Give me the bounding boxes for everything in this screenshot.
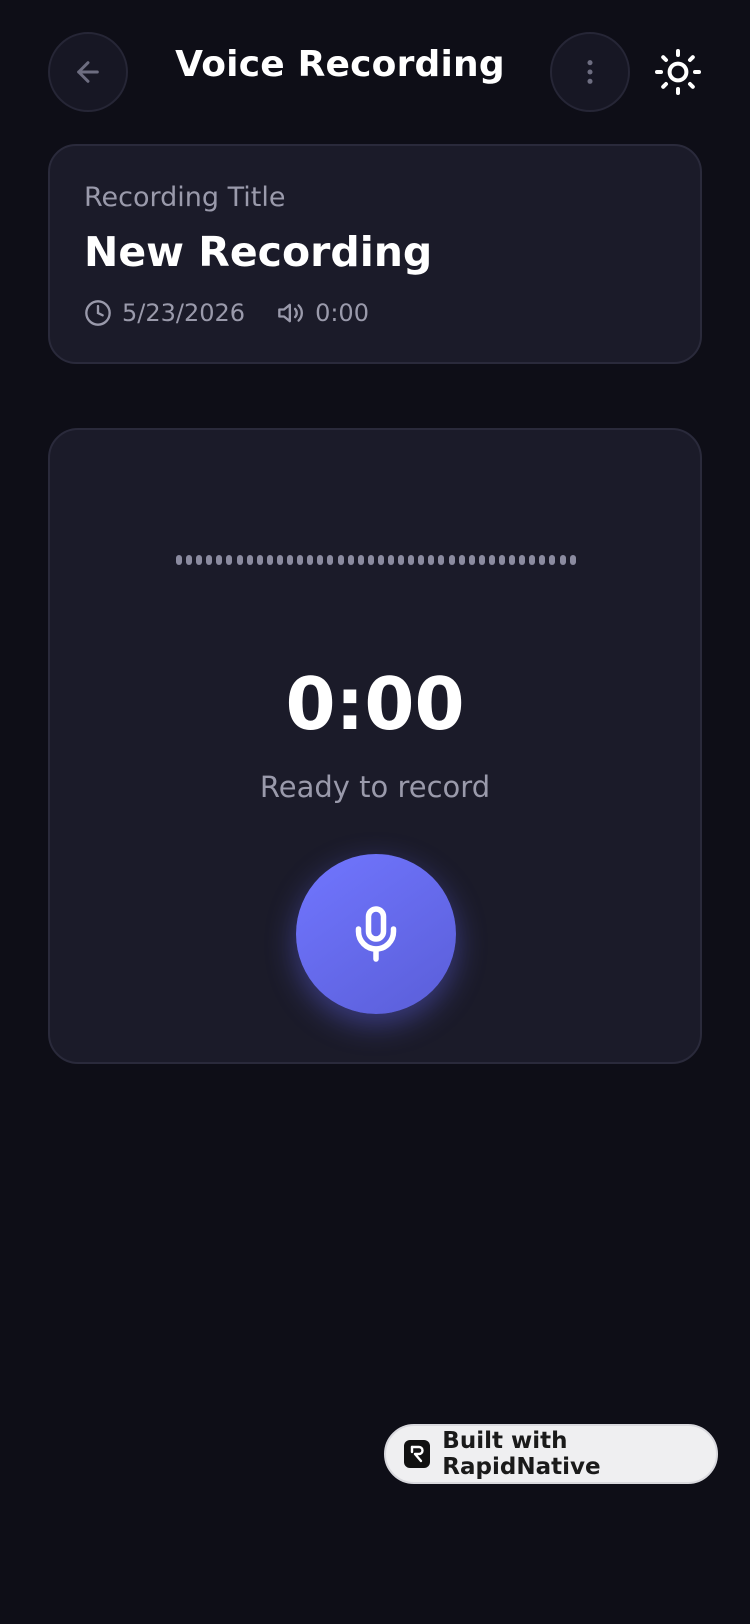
waveform-bar (559, 555, 566, 565)
waveform-bar (226, 555, 233, 565)
waveform-bar (327, 555, 334, 565)
recording-date: 5/23/2026 (84, 299, 245, 327)
microphone-icon (355, 906, 397, 962)
waveform-bar (176, 555, 182, 565)
waveform-bar (387, 555, 394, 565)
sun-icon (655, 49, 701, 95)
waveform-bar (276, 555, 283, 565)
waveform-bar (398, 555, 405, 565)
waveform-bar (297, 555, 304, 565)
waveform-bar (549, 555, 556, 565)
rapidnative-logo-icon (404, 1440, 431, 1468)
waveform-bar (428, 555, 435, 565)
more-options-button[interactable] (550, 32, 630, 112)
waveform-bar (236, 555, 243, 565)
waveform-bar (509, 555, 516, 565)
theme-toggle-button[interactable] (652, 46, 704, 98)
recording-title[interactable]: New Recording (84, 228, 432, 276)
more-vertical-icon (587, 60, 593, 84)
recording-info-card: Recording Title New Recording 5/23/2026 … (48, 144, 702, 364)
recorder-card: 0:00 Ready to record (48, 428, 702, 1064)
recording-title-label: Recording Title (84, 182, 286, 213)
record-button[interactable] (296, 854, 456, 1014)
waveform-bar (408, 555, 415, 565)
recording-date-text: 5/23/2026 (122, 299, 246, 327)
waveform-bar (499, 555, 505, 565)
waveform-bar (418, 555, 425, 565)
waveform (176, 554, 576, 566)
back-button[interactable] (48, 32, 128, 112)
recording-status: Ready to record (259, 770, 491, 804)
recording-duration: 0:00 (277, 299, 369, 327)
waveform-bar (529, 555, 536, 565)
waveform-bar (266, 555, 273, 565)
waveform-bar (196, 555, 203, 565)
waveform-bar (519, 555, 526, 565)
waveform-bar (488, 555, 495, 565)
waveform-bar (458, 555, 465, 565)
waveform-bar (478, 555, 485, 565)
voice-recording-screen: Voice Recording Recording Title New Reco… (0, 0, 750, 1624)
waveform-bar (246, 555, 253, 565)
built-with-badge[interactable]: Built with RapidNative (384, 1424, 718, 1484)
recording-timer: 0:00 (285, 662, 465, 746)
waveform-bar (468, 555, 475, 565)
header: Voice Recording (0, 0, 750, 145)
waveform-bar (206, 555, 213, 565)
waveform-bar (357, 555, 364, 565)
waveform-bar (216, 555, 223, 565)
waveform-bar (256, 555, 263, 565)
waveform-bar (367, 555, 374, 565)
waveform-bar (186, 555, 193, 565)
waveform-bar (448, 555, 455, 565)
waveform-bar (438, 555, 445, 565)
clock-icon (85, 300, 111, 326)
volume-icon (278, 303, 303, 323)
waveform-bar (539, 555, 546, 565)
waveform-bar (377, 555, 384, 565)
waveform-bar (307, 555, 314, 565)
waveform-bar (317, 555, 324, 565)
recording-duration-text: 0:00 (315, 299, 369, 327)
arrow-left-icon (77, 61, 99, 83)
page-title: Voice Recording (175, 44, 505, 85)
waveform-bar (287, 555, 294, 565)
waveform-bar (337, 555, 344, 565)
waveform-bar (347, 555, 354, 565)
waveform-bar (569, 555, 576, 565)
badge-text: Built with RapidNative (442, 1428, 601, 1480)
recording-meta: 5/23/2026 0:00 (84, 298, 369, 328)
